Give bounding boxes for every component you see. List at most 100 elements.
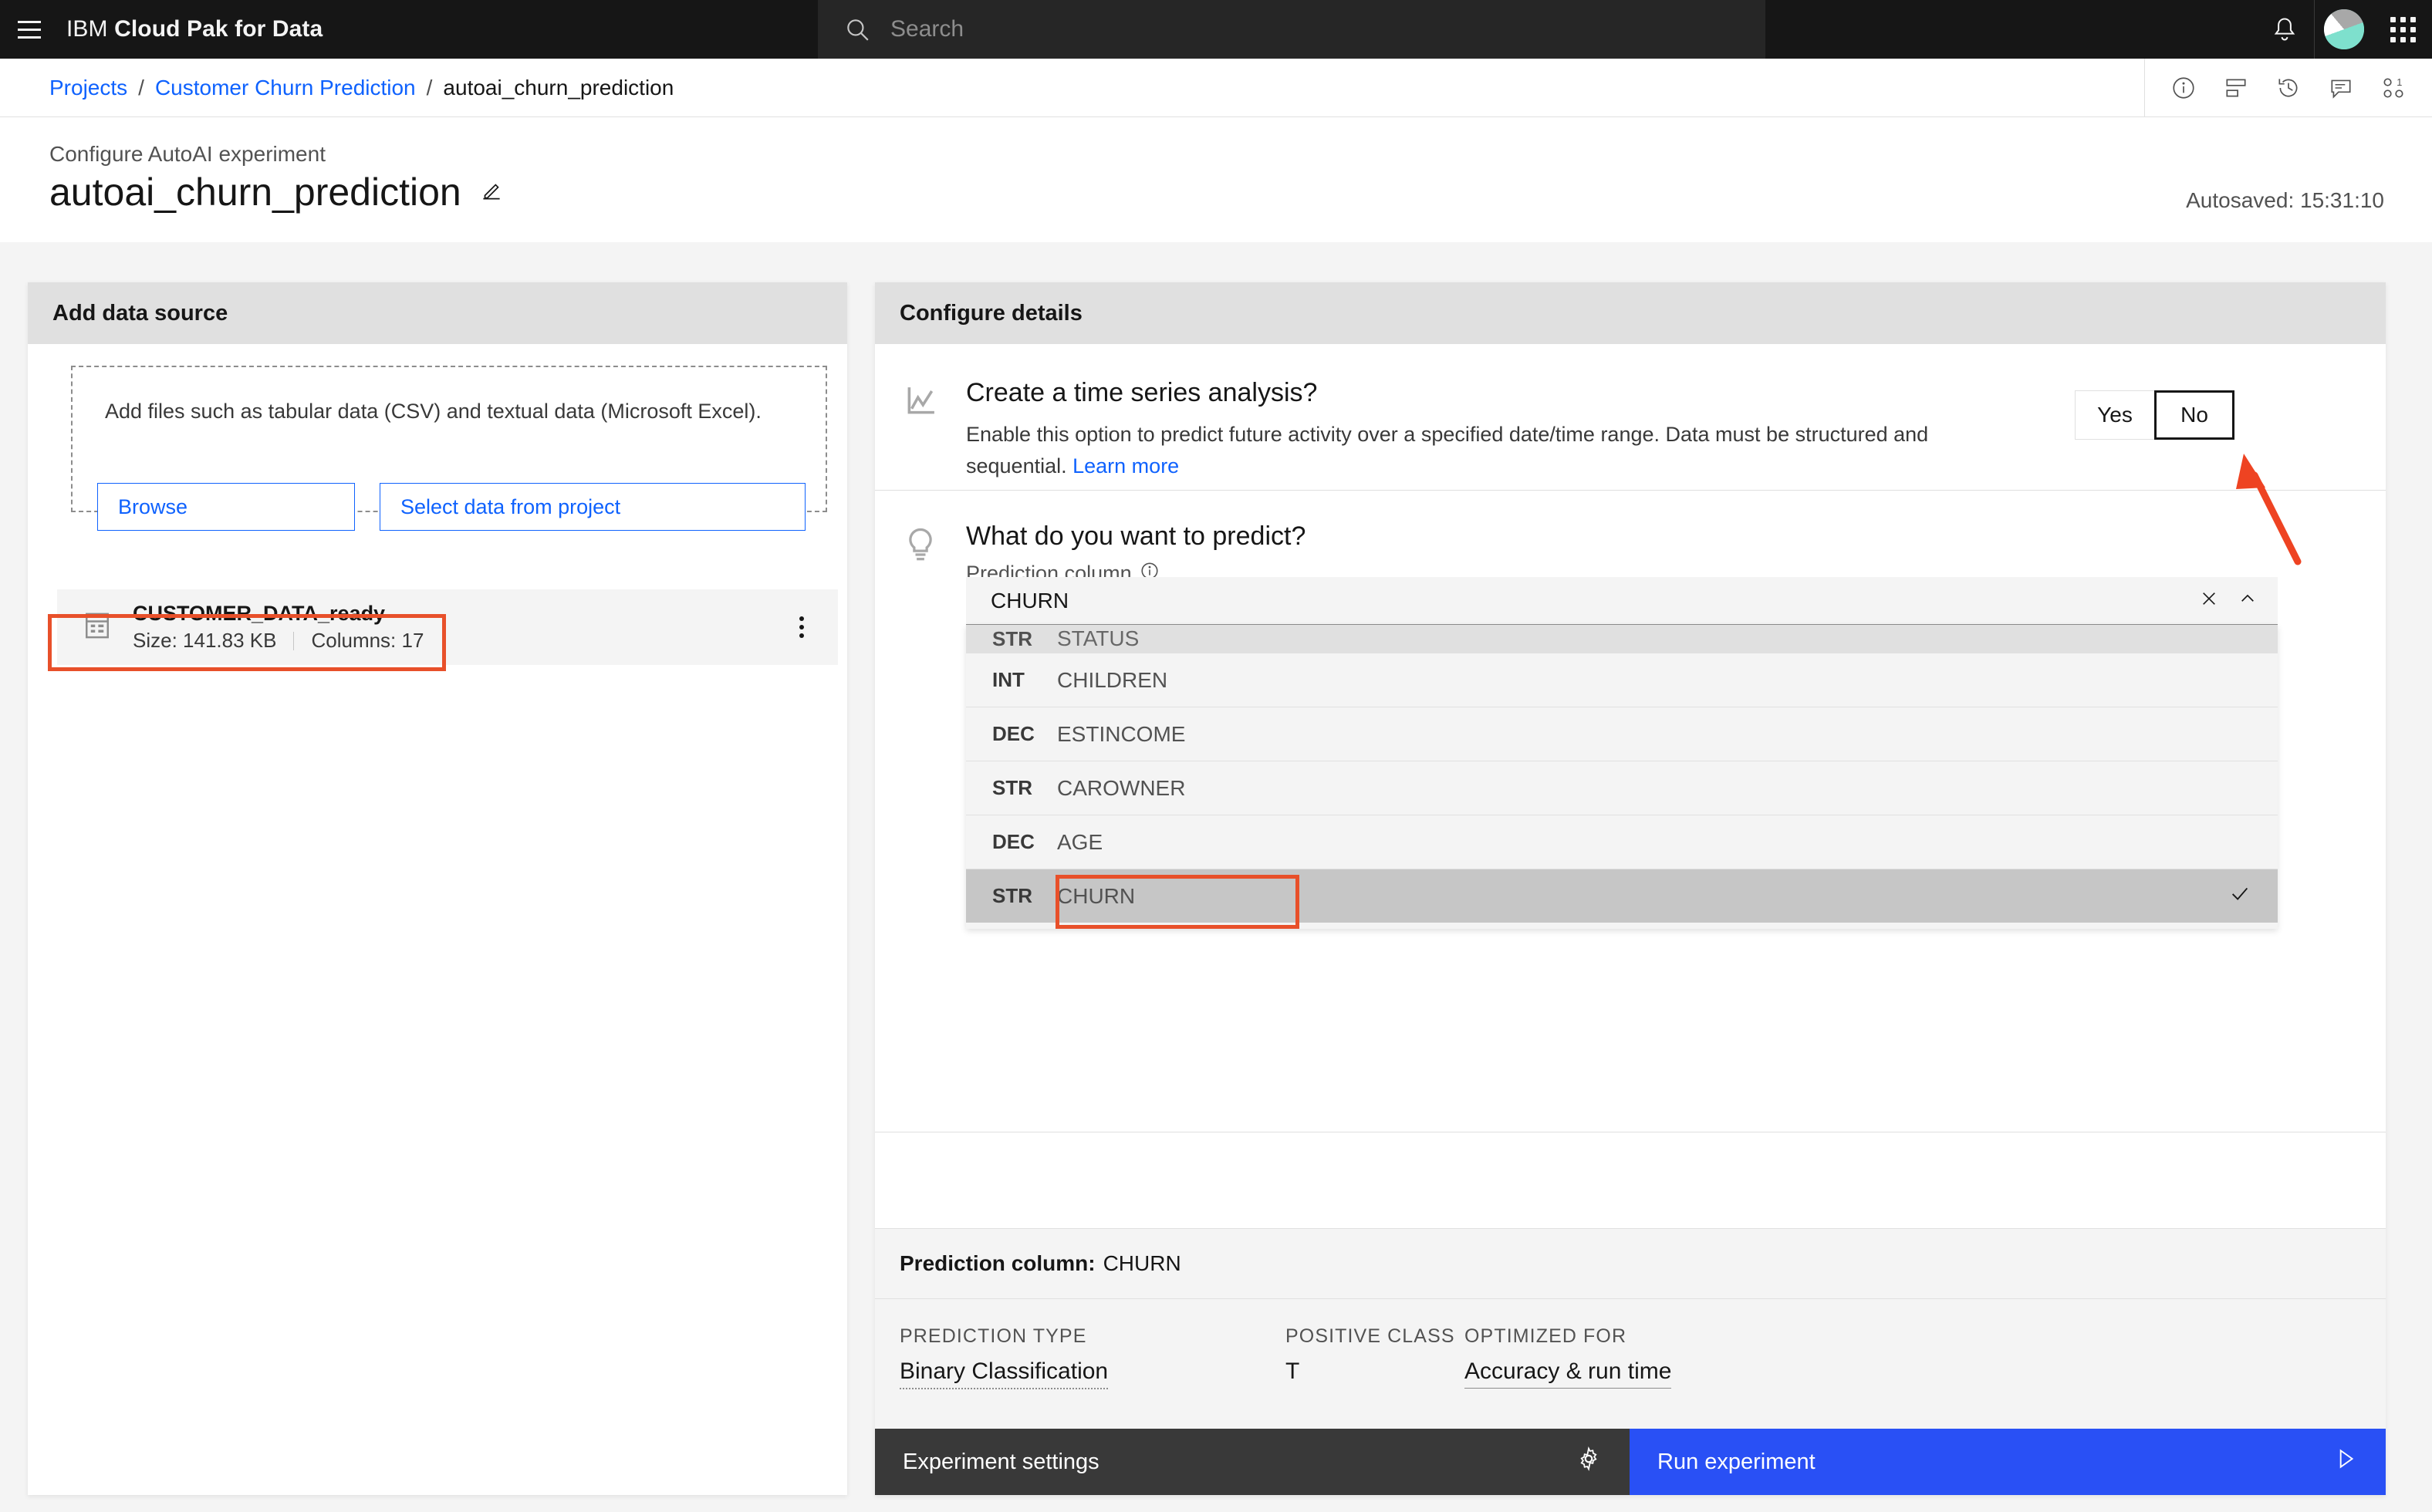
collaborators-icon[interactable]: 1 — [2367, 59, 2420, 117]
option-type: DEC — [992, 830, 1035, 853]
option-type: STR — [992, 776, 1032, 799]
list-item-selected[interactable]: STR CHURN — [966, 869, 2278, 923]
data-file-card[interactable]: CUSTOMER_DATA_ready Size: 141.83 KB Colu… — [57, 589, 838, 665]
experiment-summary: PREDICTION TYPE Binary Classification PO… — [875, 1299, 2386, 1429]
brand-title[interactable]: IBM Cloud Pak for Data — [59, 16, 323, 42]
time-series-no-button[interactable]: No — [2154, 390, 2234, 440]
search-placeholder: Search — [890, 16, 964, 42]
list-item[interactable]: DEC AGE — [966, 815, 2278, 869]
summary-value[interactable]: Accuracy & run time — [1464, 1358, 1672, 1389]
chevron-up-icon[interactable] — [2238, 589, 2258, 613]
page-header: Configure AutoAI experiment autoai_churn… — [0, 117, 2432, 242]
summary-key: OPTIMIZED FOR — [1464, 1325, 1627, 1347]
kebab-menu-icon[interactable] — [799, 616, 804, 638]
file-dropzone[interactable]: Add files such as tabular data (CSV) and… — [71, 366, 827, 531]
prediction-column-value: CHURN — [991, 588, 1069, 613]
hamburger-icon[interactable] — [0, 0, 59, 59]
option-type: STR — [992, 884, 1032, 907]
file-size: Size: 141.83 KB — [133, 629, 277, 652]
comment-icon[interactable] — [2315, 59, 2367, 117]
meta-divider — [293, 631, 295, 650]
prediction-question: What do you want to predict? — [966, 521, 1306, 551]
add-data-source-heading: Add data source — [28, 282, 847, 344]
option-type: DEC — [992, 722, 1035, 745]
summary-value[interactable]: Binary Classification — [900, 1358, 1109, 1389]
summary-prediction-type: PREDICTION TYPE Binary Classification — [900, 1325, 1285, 1429]
list-item[interactable]: DEC ESTINCOME — [966, 707, 2278, 761]
breadcrumb-separator: / — [138, 75, 144, 100]
browse-button[interactable]: Browse — [97, 483, 355, 531]
experiment-settings-button[interactable]: Experiment settings — [875, 1429, 1630, 1495]
time-series-description: Enable this option to predict future act… — [966, 419, 2008, 481]
prediction-column-listbox[interactable]: STR STATUS INT CHILDREN DEC ESTINCOME ST… — [966, 625, 2278, 929]
breadcrumb-bar: Projects / Customer Churn Prediction / a… — [0, 59, 2432, 117]
summary-positive-class: POSITIVE CLASS T — [1285, 1325, 1464, 1429]
learn-more-link[interactable]: Learn more — [1072, 454, 1179, 478]
breadcrumb-item-project[interactable]: Customer Churn Prediction — [155, 76, 416, 100]
dropzone-text: Add files such as tabular data (CSV) and… — [105, 400, 762, 423]
gear-icon — [1576, 1446, 1602, 1478]
option-name: CAROWNER — [1057, 775, 1186, 800]
configure-details-panel: Configure details Create a time series a… — [875, 282, 2386, 1495]
configure-details-heading: Configure details — [875, 282, 2386, 344]
option-name: AGE — [1057, 829, 1103, 854]
breadcrumb-tools: 1 — [2144, 59, 2432, 117]
option-type: STR — [992, 627, 1032, 650]
summary-key: POSITIVE CLASS — [1285, 1325, 1455, 1347]
time-series-yes-button[interactable]: Yes — [2075, 390, 2155, 440]
select-data-from-project-button[interactable]: Select data from project — [380, 483, 806, 531]
file-meta: CUSTOMER_DATA_ready Size: 141.83 KB Colu… — [133, 602, 424, 653]
svg-text:1: 1 — [2397, 76, 2402, 88]
close-icon[interactable] — [2199, 589, 2219, 613]
list-item[interactable]: STR CAROWNER — [966, 761, 2278, 815]
history-icon[interactable] — [2262, 59, 2315, 117]
file-name: CUSTOMER_DATA_ready — [133, 602, 386, 625]
global-header: IBM Cloud Pak for Data Search — [0, 0, 2432, 59]
prediction-column-summary-value: CHURN — [1103, 1251, 1181, 1275]
line-chart-icon — [875, 378, 966, 421]
avatar[interactable] — [2315, 0, 2373, 59]
app-grid-icon[interactable] — [2373, 0, 2432, 59]
brand-name: Cloud Pak for Data — [114, 16, 323, 42]
header-left: IBM Cloud Pak for Data — [0, 0, 323, 59]
breadcrumb-item-current: autoai_churn_prediction — [443, 75, 674, 100]
list-item[interactable]: STR STATUS — [966, 625, 2278, 653]
list-item[interactable]: INT CHILDREN — [966, 653, 2278, 707]
option-name: CHURN — [1057, 883, 1136, 908]
info-icon[interactable] — [2157, 59, 2210, 117]
add-data-source-panel: Add data source Add files such as tabula… — [28, 282, 847, 1495]
run-experiment-button[interactable]: Run experiment — [1630, 1429, 2386, 1495]
spreadsheet-icon — [80, 609, 114, 646]
decorative-swirl — [2038, 1299, 2386, 1429]
summary-key: PREDICTION TYPE — [900, 1325, 1087, 1347]
action-bar: Experiment settings Run experiment — [875, 1429, 2386, 1495]
time-series-toggle: Yes No — [2075, 390, 2234, 440]
header-actions — [2255, 0, 2432, 59]
file-submeta: Size: 141.83 KB Columns: 17 — [133, 629, 424, 653]
experiment-settings-label: Experiment settings — [903, 1449, 1099, 1474]
file-columns: Columns: 17 — [311, 629, 424, 652]
option-name: STATUS — [1057, 626, 1140, 650]
prediction-column-combobox[interactable]: CHURN — [966, 577, 2278, 625]
sidepanel-icon[interactable] — [2210, 59, 2262, 117]
global-search[interactable]: Search — [818, 0, 1765, 59]
pencil-icon[interactable] — [478, 177, 505, 208]
time-series-section: Create a time series analysis? Enable th… — [875, 344, 2386, 491]
option-type: INT — [992, 668, 1025, 691]
combobox-icons — [2199, 589, 2258, 613]
bell-icon[interactable] — [2255, 0, 2314, 59]
breadcrumb-item-projects[interactable]: Projects — [49, 76, 127, 100]
run-experiment-label: Run experiment — [1657, 1449, 1816, 1474]
search-icon — [847, 19, 869, 41]
page-title: autoai_churn_prediction — [49, 170, 461, 214]
option-name: ESTINCOME — [1057, 721, 1186, 746]
prediction-section: What do you want to predict? Prediction … — [875, 491, 2386, 1132]
brand-prefix: IBM — [66, 16, 108, 42]
dropzone-buttons: Browse Select data from project — [97, 483, 806, 531]
summary-optimized-for: OPTIMIZED FOR Accuracy & run time — [1464, 1325, 1672, 1429]
play-icon — [2332, 1446, 2358, 1478]
page-title-row: autoai_churn_prediction — [49, 173, 505, 211]
breadcrumb-separator: / — [426, 75, 433, 100]
breadcrumb: Projects / Customer Churn Prediction / a… — [0, 76, 674, 100]
prediction-column-summary-label: Prediction column: — [900, 1251, 1096, 1275]
